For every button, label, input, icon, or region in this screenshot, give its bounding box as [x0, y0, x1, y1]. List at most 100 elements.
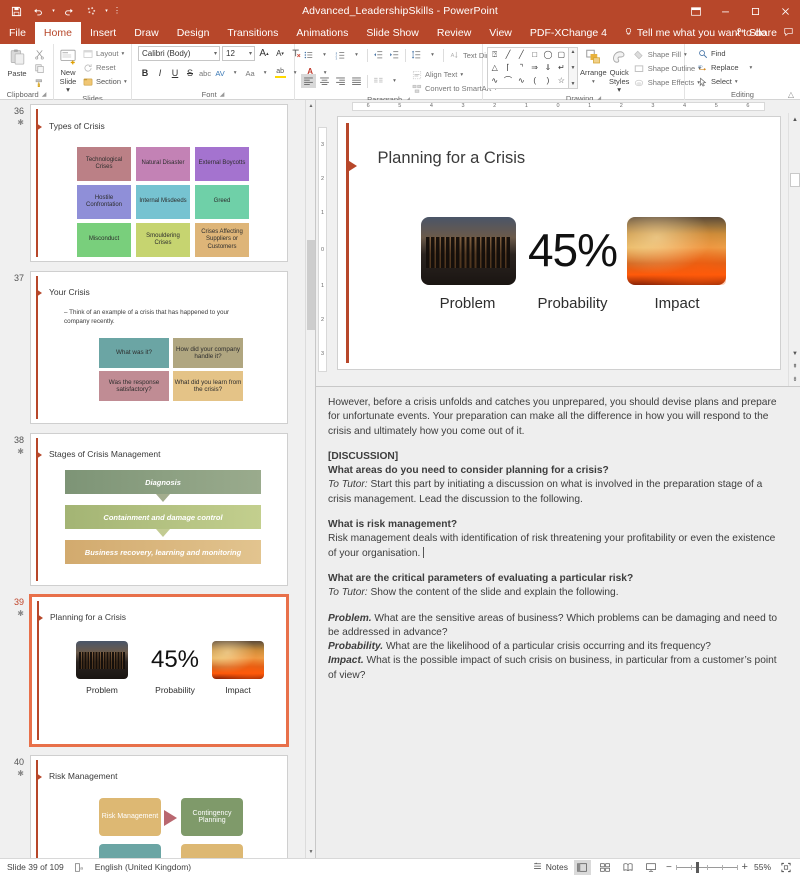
- shape-freeform-icon[interactable]: ∿: [491, 77, 498, 85]
- thumbnail-row-37[interactable]: 37 Your Crisis – Think of an example of …: [0, 271, 305, 424]
- italic-button[interactable]: I: [153, 66, 167, 80]
- shape-down-arrow-icon[interactable]: ⇓: [545, 63, 552, 72]
- shape-star-icon[interactable]: ☆: [558, 77, 565, 85]
- numbering-icon[interactable]: 123: [333, 48, 348, 62]
- shapes-scroll-down-icon[interactable]: ▼: [571, 65, 576, 71]
- quick-styles-button[interactable]: Quick Styles ▾: [609, 47, 630, 94]
- shape-triangle-icon[interactable]: △: [492, 63, 498, 72]
- maximize-button[interactable]: [740, 0, 770, 22]
- editor-scroll-down-icon[interactable]: ▼: [789, 347, 800, 360]
- strikethrough-button[interactable]: S: [183, 66, 197, 80]
- reset-button[interactable]: Reset: [80, 61, 129, 74]
- zoom-level[interactable]: 55%: [754, 862, 771, 872]
- text-highlight-color-button[interactable]: ab: [273, 66, 287, 80]
- increase-indent-icon[interactable]: [387, 48, 402, 62]
- tab-animations[interactable]: Animations: [287, 22, 357, 44]
- tab-transitions[interactable]: Transitions: [218, 22, 287, 44]
- thumbnail-scroll-up-icon[interactable]: ▲: [306, 100, 315, 112]
- normal-view-button[interactable]: [573, 859, 591, 875]
- slide-title[interactable]: Planning for a Crisis: [378, 149, 526, 168]
- character-spacing-dropdown[interactable]: ▾: [228, 66, 242, 80]
- tab-review[interactable]: Review: [428, 22, 480, 44]
- justify-icon[interactable]: [349, 74, 364, 88]
- thumbnail-36[interactable]: Types of Crisis Technological Crises Nat…: [30, 104, 288, 262]
- slide-show-button[interactable]: [643, 860, 660, 875]
- collapse-ribbon-icon[interactable]: △: [788, 90, 794, 99]
- shapes-gallery-scroll[interactable]: ▲ ▼ ▼: [569, 47, 578, 89]
- zoom-slider[interactable]: − +: [666, 861, 748, 873]
- bullets-icon[interactable]: [301, 48, 316, 62]
- font-size-combo[interactable]: 12 ▾: [222, 46, 255, 61]
- columns-icon[interactable]: [371, 74, 386, 88]
- shape-curve-icon[interactable]: ⌒: [504, 77, 512, 85]
- select-button[interactable]: Select ▾: [695, 75, 754, 88]
- probability-value[interactable]: 45%: [526, 214, 620, 286]
- zoom-out-button[interactable]: −: [666, 862, 672, 873]
- clipboard-dialog-launcher[interactable]: ◢: [42, 91, 47, 98]
- ribbon-display-options-button[interactable]: [682, 0, 710, 22]
- slide-sorter-button[interactable]: [597, 860, 614, 875]
- new-slide-button[interactable]: New Slide ▾: [58, 46, 78, 94]
- share-button[interactable]: Share: [735, 27, 777, 40]
- previous-slide-button[interactable]: ⇞: [789, 360, 800, 373]
- thumbnail-row-39[interactable]: 39 ✱ Planning for a Crisis 45% Problem P…: [0, 594, 305, 747]
- shape-left-brace-icon[interactable]: (: [533, 77, 536, 85]
- shape-oval-icon[interactable]: ◯: [544, 50, 553, 59]
- thumbnail-row-38[interactable]: 38 ✱ Stages of Crisis Management Diagnos…: [0, 433, 305, 586]
- tab-file[interactable]: File: [0, 22, 35, 44]
- cut-icon[interactable]: [32, 48, 46, 61]
- editor-scrollbar[interactable]: ▲ ▼ ⇞ ⇟: [788, 113, 800, 386]
- shape-right-brace-icon[interactable]: ): [547, 77, 550, 85]
- thumbnail-37[interactable]: Your Crisis – Think of an example of a c…: [30, 271, 288, 424]
- comments-icon[interactable]: [783, 27, 794, 40]
- decrease-indent-icon[interactable]: [371, 48, 386, 62]
- thumbnail-scroll-down-icon[interactable]: ▼: [306, 846, 315, 858]
- section-button[interactable]: Section ▾: [80, 75, 129, 88]
- zoom-slider-track[interactable]: [675, 861, 738, 873]
- underline-button[interactable]: U: [168, 66, 182, 80]
- tab-home[interactable]: Home: [34, 22, 81, 44]
- minimize-button[interactable]: [710, 0, 740, 22]
- character-spacing-button[interactable]: AV: [213, 66, 227, 80]
- thumbnail-scroll-thumb[interactable]: [307, 240, 315, 330]
- notes-pane[interactable]: However, before a crisis unfolds and cat…: [316, 386, 800, 858]
- tab-design[interactable]: Design: [168, 22, 219, 44]
- thumbnail-38[interactable]: Stages of Crisis Management Diagnosis Co…: [30, 433, 288, 586]
- notes-text[interactable]: However, before a crisis unfolds and cat…: [328, 396, 786, 683]
- layout-button[interactable]: Layout ▾: [80, 47, 129, 60]
- arrange-button[interactable]: Arrange ▾: [580, 47, 607, 86]
- tab-draw[interactable]: Draw: [125, 22, 168, 44]
- photo-caption[interactable]: Problem: [418, 295, 518, 312]
- shape-line-icon[interactable]: ╱: [506, 50, 511, 59]
- align-left-icon[interactable]: [301, 74, 316, 88]
- photo-caption[interactable]: Probability: [523, 295, 623, 312]
- paste-button[interactable]: Paste: [4, 46, 30, 78]
- zoom-slider-handle[interactable]: [696, 861, 700, 873]
- thumbnail-scrollbar[interactable]: ▲ ▼: [305, 100, 315, 858]
- line-spacing-dropdown[interactable]: ▾: [425, 48, 440, 62]
- change-case-dropdown[interactable]: ▾: [258, 66, 272, 80]
- line-spacing-icon[interactable]: [409, 48, 424, 62]
- fit-to-window-icon[interactable]: [777, 860, 794, 875]
- tab-view[interactable]: View: [480, 22, 521, 44]
- increase-font-size-button[interactable]: A ▴: [257, 47, 271, 61]
- numbering-dropdown[interactable]: ▾: [349, 48, 364, 62]
- bullets-dropdown[interactable]: ▾: [317, 48, 332, 62]
- thumbnail-row-36[interactable]: 36 ✱ Types of Crisis Technological Crise…: [0, 104, 305, 262]
- photo-caption[interactable]: Impact: [628, 295, 727, 312]
- fire-photo[interactable]: [626, 217, 726, 285]
- thumbnail-row-40[interactable]: 40 ✱ Risk Management Risk Management Con…: [0, 755, 305, 858]
- shape-wave-icon[interactable]: ∿: [518, 77, 525, 85]
- text-shadow-button[interactable]: abc: [198, 66, 212, 80]
- font-dialog-launcher[interactable]: ◢: [220, 91, 225, 98]
- shape-textbox-icon[interactable]: ⍰: [492, 50, 497, 59]
- find-button[interactable]: Find: [695, 47, 754, 60]
- accessibility-checker-icon[interactable]: a: [74, 862, 85, 873]
- columns-dropdown[interactable]: ▾: [387, 74, 402, 88]
- change-case-button[interactable]: Aa: [243, 66, 257, 80]
- align-center-icon[interactable]: [317, 74, 332, 88]
- shape-elbow2-icon[interactable]: ⌝: [519, 63, 523, 72]
- notes-toggle-button[interactable]: Notes: [532, 861, 568, 874]
- format-painter-icon[interactable]: [32, 76, 46, 89]
- editor-scroll-up-icon[interactable]: ▲: [789, 113, 800, 126]
